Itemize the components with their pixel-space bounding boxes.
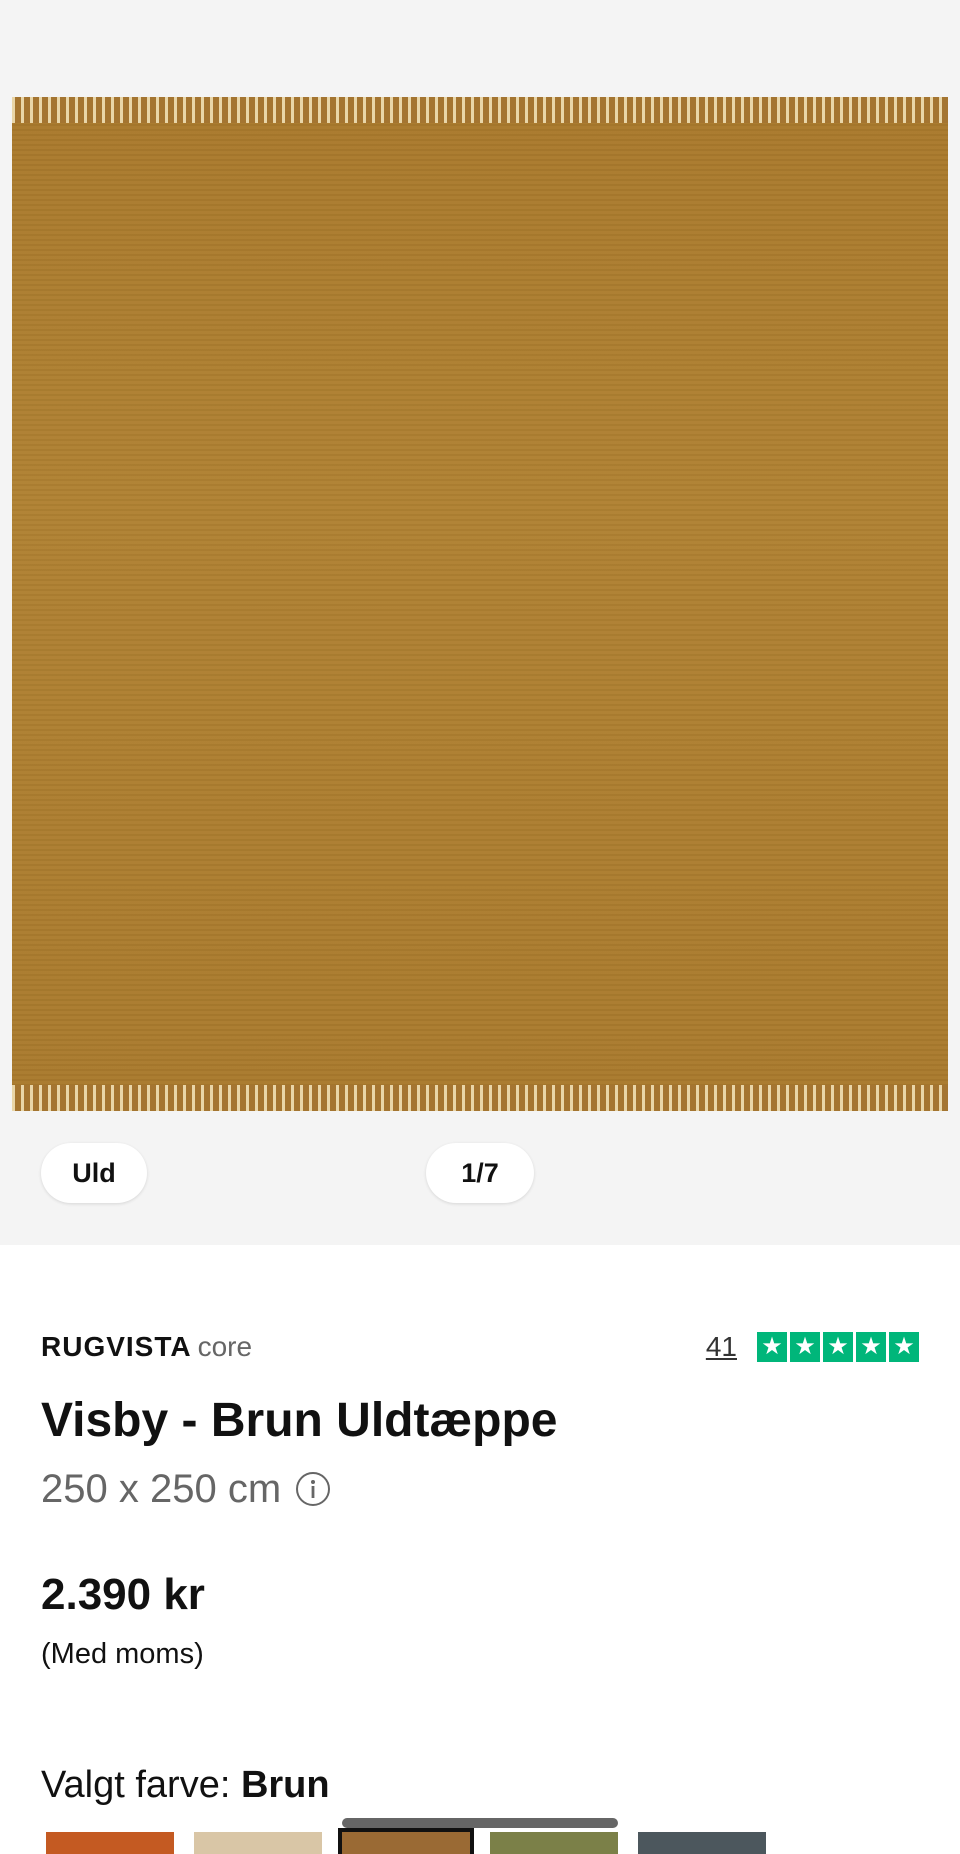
brand-line[interactable]: RUGVISTA core (41, 1330, 252, 1364)
rug-surface (12, 97, 948, 1111)
color-swatch[interactable] (338, 1828, 474, 1854)
rug-fringe-bottom (12, 1085, 948, 1111)
material-tag: Uld (41, 1143, 147, 1203)
star-icon: ★ (889, 1332, 919, 1362)
product-size: 250 x 250 cm (41, 1464, 331, 1514)
image-counter: 1/7 (426, 1143, 534, 1203)
review-count-link[interactable]: 41 (706, 1331, 737, 1363)
rug-fringe-top (12, 97, 948, 123)
rating-widget[interactable]: 41 ★ ★ ★ ★ ★ (706, 1330, 919, 1364)
brand-name: RUGVISTA (41, 1331, 192, 1362)
color-swatch[interactable] (638, 1832, 766, 1854)
rug-product-image[interactable] (12, 97, 948, 1111)
product-image-gallery[interactable]: Uld 1/7 (0, 0, 960, 1245)
info-icon[interactable] (295, 1471, 331, 1507)
brand-collection: core (197, 1331, 253, 1362)
size-value: 250 x 250 cm (41, 1466, 282, 1511)
star-icon: ★ (856, 1332, 886, 1362)
product-title: Visby - Brun Uldtæppe (41, 1394, 558, 1447)
color-swatch[interactable] (490, 1832, 618, 1854)
color-label: Valgt farve: (41, 1764, 231, 1806)
swatch-scroll-indicator (342, 1818, 618, 1828)
color-swatch[interactable] (46, 1832, 174, 1854)
color-swatch[interactable] (194, 1832, 322, 1854)
star-icon: ★ (823, 1332, 853, 1362)
selected-color: Valgt farve: Brun (41, 1762, 330, 1808)
color-value: Brun (240, 1764, 330, 1806)
vat-note: (Med moms) (41, 1638, 204, 1670)
trustpilot-stars: ★ ★ ★ ★ ★ (757, 1332, 919, 1362)
star-icon: ★ (790, 1332, 820, 1362)
product-price: 2.390 kr (41, 1570, 205, 1619)
star-icon: ★ (757, 1332, 787, 1362)
